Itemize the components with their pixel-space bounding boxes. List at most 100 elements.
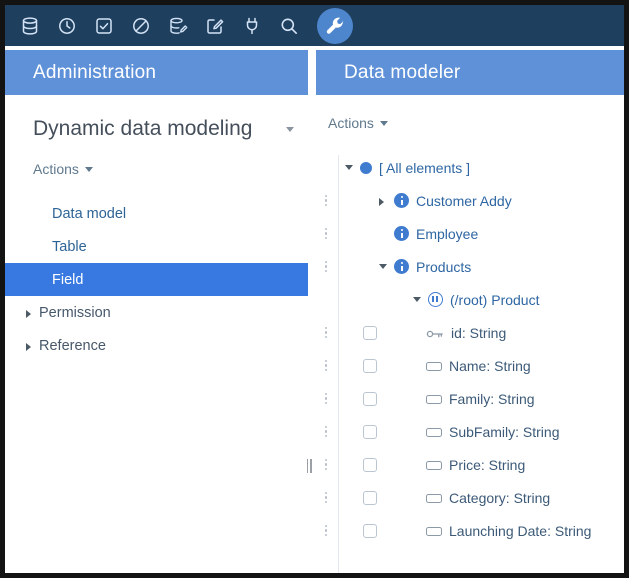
field-icon	[426, 461, 442, 470]
field-checkbox[interactable]	[363, 359, 377, 373]
sidebar-item-table[interactable]: Table	[5, 230, 308, 263]
tree-row-field-launching-date[interactable]: Launching Date: String	[316, 514, 624, 547]
main-area: Administration Dynamic data modeling Act…	[5, 50, 624, 573]
tree-row-customer-addy[interactable]: Customer Addy	[316, 184, 624, 217]
left-actions-menu[interactable]: Actions	[33, 161, 308, 177]
menu-item-label: Reference	[39, 338, 106, 354]
database-icon[interactable]	[19, 15, 41, 37]
tree-label[interactable]: [ All elements ]	[379, 160, 470, 176]
right-actions-label: Actions	[328, 115, 374, 131]
field-checkbox[interactable]	[363, 491, 377, 505]
drag-handle-icon[interactable]	[321, 326, 331, 340]
search-icon[interactable]	[278, 15, 300, 37]
caret-down-icon[interactable]	[376, 261, 392, 273]
menu-item-label: Permission	[39, 305, 111, 321]
page-title: Dynamic data modeling	[33, 117, 278, 141]
sidebar-item-data-model[interactable]: Data model	[5, 197, 308, 230]
title-dropdown-caret-icon[interactable]	[286, 127, 294, 132]
tree-label[interactable]: Products	[416, 259, 471, 275]
caret-right-icon[interactable]	[376, 195, 392, 207]
caret-spacer	[376, 228, 392, 240]
task-check-icon[interactable]	[93, 15, 115, 37]
field-icon	[426, 527, 442, 536]
tree-label[interactable]: (/root) Product	[450, 292, 539, 308]
administration-body: Dynamic data modeling Actions Data model…	[5, 95, 308, 573]
tree-row-all-elements[interactable]: [ All elements ]	[316, 151, 624, 184]
info-icon	[394, 226, 409, 241]
tree-row-field-category[interactable]: Category: String	[316, 481, 624, 514]
drag-handle-icon[interactable]	[321, 524, 331, 538]
drag-handle-icon[interactable]	[321, 194, 331, 208]
field-icon	[426, 494, 442, 503]
caret-right-icon[interactable]	[23, 307, 37, 319]
drag-handle-icon[interactable]	[321, 359, 331, 373]
right-actions-menu[interactable]: Actions	[328, 115, 624, 131]
tree-row-root-product[interactable]: (/root) Product	[316, 283, 624, 316]
tree-label[interactable]: Family: String	[449, 391, 535, 407]
menu-item-label: Table	[52, 239, 87, 255]
drag-handle-icon[interactable]	[321, 392, 331, 406]
database-edit-icon[interactable]	[167, 15, 189, 37]
tree-row-field-price[interactable]: Price: String	[316, 448, 624, 481]
menu-item-label: Field	[52, 272, 83, 288]
info-icon	[394, 193, 409, 208]
field-checkbox[interactable]	[363, 425, 377, 439]
data-modeler-header: Data modeler	[316, 50, 624, 95]
sidebar-item-reference[interactable]: Reference	[5, 329, 308, 362]
menu-item-label: Data model	[52, 206, 126, 222]
drag-handle-icon[interactable]	[321, 491, 331, 505]
slash-circle-icon[interactable]	[130, 15, 152, 37]
field-checkbox[interactable]	[363, 458, 377, 472]
key-icon	[426, 327, 444, 339]
tree-label[interactable]: Name: String	[449, 358, 531, 374]
chevron-down-icon	[85, 167, 93, 172]
tree-label[interactable]: Launching Date: String	[449, 523, 591, 539]
tree-label[interactable]: Category: String	[449, 490, 550, 506]
field-checkbox[interactable]	[363, 524, 377, 538]
wrench-icon-active[interactable]	[317, 8, 353, 44]
tree-row-field-subfamily[interactable]: SubFamily: String	[316, 415, 624, 448]
administration-header: Administration	[5, 50, 308, 95]
drag-handle-icon[interactable]	[321, 260, 331, 274]
left-actions-label: Actions	[33, 161, 79, 177]
tree-row-field-family[interactable]: Family: String	[316, 382, 624, 415]
form-edit-icon[interactable]	[204, 15, 226, 37]
field-icon	[426, 362, 442, 371]
clock-icon[interactable]	[56, 15, 78, 37]
tree-label[interactable]: Customer Addy	[416, 193, 512, 209]
tree-row-field-name[interactable]: Name: String	[316, 349, 624, 382]
root-entity-icon	[428, 292, 443, 307]
field-icon	[426, 395, 442, 404]
tree-row-employee[interactable]: Employee	[316, 217, 624, 250]
field-checkbox[interactable]	[363, 326, 377, 340]
app-window: Administration Dynamic data modeling Act…	[0, 0, 629, 578]
all-elements-icon	[360, 162, 372, 174]
field-icon	[426, 428, 442, 437]
panel-resize-grip-icon[interactable]	[304, 458, 314, 474]
panel-divider[interactable]	[308, 50, 316, 573]
caret-down-icon[interactable]	[410, 294, 426, 306]
tree-label[interactable]: id: String	[451, 325, 506, 341]
drag-handle-icon[interactable]	[321, 227, 331, 241]
data-modeler-body: Actions [ All elements ]	[316, 95, 624, 573]
field-checkbox[interactable]	[363, 392, 377, 406]
caret-right-icon[interactable]	[23, 340, 37, 352]
page-title-row: Dynamic data modeling	[33, 117, 294, 141]
tree-row-products[interactable]: Products	[316, 250, 624, 283]
tree-row-field-id[interactable]: id: String	[316, 316, 624, 349]
drag-handle-icon[interactable]	[321, 458, 331, 472]
tree-label[interactable]: SubFamily: String	[449, 424, 559, 440]
data-modeler-panel: Data modeler Actions [ All elements ]	[316, 50, 624, 573]
chevron-down-icon	[380, 121, 388, 126]
drag-handle-icon[interactable]	[321, 425, 331, 439]
tree-label[interactable]: Employee	[416, 226, 478, 242]
sidebar-item-field[interactable]: Field	[5, 263, 308, 296]
admin-menu: Data model Table Field Permission Refe	[5, 197, 308, 362]
plug-icon[interactable]	[241, 15, 263, 37]
administration-panel: Administration Dynamic data modeling Act…	[5, 50, 308, 573]
sidebar-item-permission[interactable]: Permission	[5, 296, 308, 329]
info-icon	[394, 259, 409, 274]
data-model-tree: [ All elements ] Customer Addy	[316, 151, 624, 547]
caret-down-icon[interactable]	[342, 162, 358, 174]
tree-label[interactable]: Price: String	[449, 457, 525, 473]
